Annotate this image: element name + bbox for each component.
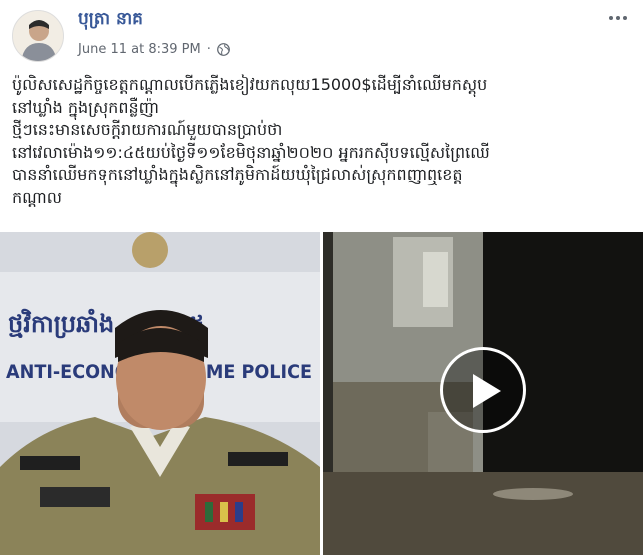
post-header: បុត្រា នាគ June 11 at 8:39 PM · bbox=[0, 0, 643, 70]
post-text-line: បាននាំឈើមកទុកនៅឃ្លាំងក្នុងស្លិកនៅភូមិកាដ… bbox=[12, 165, 463, 184]
post-text-line: នៅវេលាម៉ោង១១:៤៥យប់ថ្ងៃទី១១ខែមិថុនាឆ្នាំ២… bbox=[12, 142, 490, 162]
video-thumbnail[interactable] bbox=[323, 232, 643, 555]
post-body: ប៉ូលិសសេដ្ឋកិច្ចខេត្តកណ្តាលបើកភ្លើងខៀវយក… bbox=[12, 74, 634, 209]
post-text-line: ប៉ូលិសសេដ្ឋកិច្ចខេត្តកណ្តាលបើកភ្លើងខៀវយក… bbox=[12, 75, 488, 94]
officer-photo[interactable]: ថ្មវិកាប្រឆាំង ... សេដ្ឋ ANTI-ECONOMIC C… bbox=[0, 232, 320, 555]
meta-separator: · bbox=[206, 42, 211, 57]
play-icon[interactable] bbox=[440, 347, 526, 433]
author-name[interactable]: បុត្រា នាគ bbox=[78, 8, 143, 33]
media-grid: ថ្មវិកាប្រឆាំង ... សេដ្ឋ ANTI-ECONOMIC C… bbox=[0, 232, 643, 555]
post-meta: June 11 at 8:39 PM · bbox=[78, 42, 230, 57]
post-text-line: នៅឃ្លាំង ក្នុងស្រុកពន្លឺញ៉ា bbox=[12, 97, 159, 117]
post-text-line: ថ្មីៗនេះមានសេចក្តីរាយការណ៍មួយបានប្រាប់ថា bbox=[12, 120, 283, 139]
post-text-line: កណ្តាល bbox=[12, 187, 62, 207]
more-options-icon[interactable] bbox=[605, 12, 631, 24]
avatar[interactable] bbox=[12, 10, 64, 62]
post-timestamp[interactable]: June 11 at 8:39 PM bbox=[78, 42, 201, 57]
globe-icon[interactable] bbox=[216, 43, 230, 56]
